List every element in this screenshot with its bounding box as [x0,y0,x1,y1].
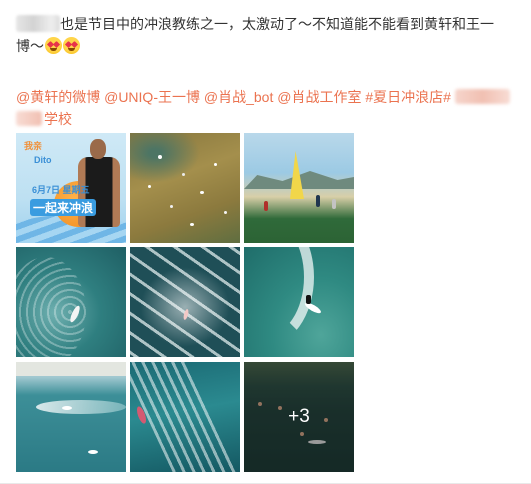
weibo-post: 也是节目中的冲浪教练之一，太激动了～不知道能不能看到黄轩和王一 博～ @黄轩的微… [0,0,531,484]
mention-link[interactable]: @UNIQ-王一博 [104,89,200,105]
mention-link[interactable]: @肖战_bot [204,89,273,105]
photo-wave-surfer[interactable] [16,247,126,357]
heart-eyes-emoji-icon [45,37,62,54]
wave-crest [244,247,314,347]
mention-link[interactable]: @黄轩的微博 [16,89,100,105]
photo-poster[interactable]: 我亲 Dito 6月7日 星期五 一起来冲浪 [16,133,126,243]
heart-eyes-emoji-icon [63,37,80,54]
photo-group-water[interactable]: +3 [244,362,354,472]
poster-text: 我亲 [24,141,43,151]
photo-aerial-surf[interactable] [130,362,240,472]
post-text-line2: 博～ [16,38,44,54]
photo-aerial-beach[interactable] [130,133,240,243]
wave-foam [140,267,230,347]
water-area [130,133,200,183]
blurred-username[interactable] [16,15,60,32]
poster-text: Dito [34,155,52,165]
post-text: 也是节目中的冲浪教练之一，太激动了～不知道能不能看到黄轩和王一 博～ [16,13,521,57]
tag-tail[interactable]: 学校 [44,111,72,127]
photo-aerial-waves[interactable] [130,247,240,357]
mention-tags: @黄轩的微博 @UNIQ-王一博 @肖战_bot @肖战工作室 #夏日冲浪店# … [16,86,521,130]
post-text-line1: 也是节目中的冲浪教练之一，太激动了～不知道能不能看到黄轩和王一 [60,16,494,32]
photo-grid: 我亲 Dito 6月7日 星期五 一起来冲浪 +3 [16,133,355,472]
topic-link[interactable]: #夏日冲浪店# [365,89,451,105]
blurred-tag[interactable] [454,89,510,104]
poster-slogan: 一起来冲浪 [30,199,97,216]
photo-surfer-riding[interactable] [244,247,354,357]
person-head [90,139,106,159]
photo-ocean-shore[interactable] [16,362,126,472]
more-photos-count[interactable]: +3 [244,362,354,472]
poster-date: 6月7日 星期五 [32,185,90,195]
shoreline [16,362,126,376]
photo-beach-sail[interactable] [244,133,354,243]
blurred-tag[interactable] [16,111,42,126]
wave-line [36,400,126,414]
wave-foam [130,362,239,472]
mention-link[interactable]: @肖战工作室 [277,89,361,105]
